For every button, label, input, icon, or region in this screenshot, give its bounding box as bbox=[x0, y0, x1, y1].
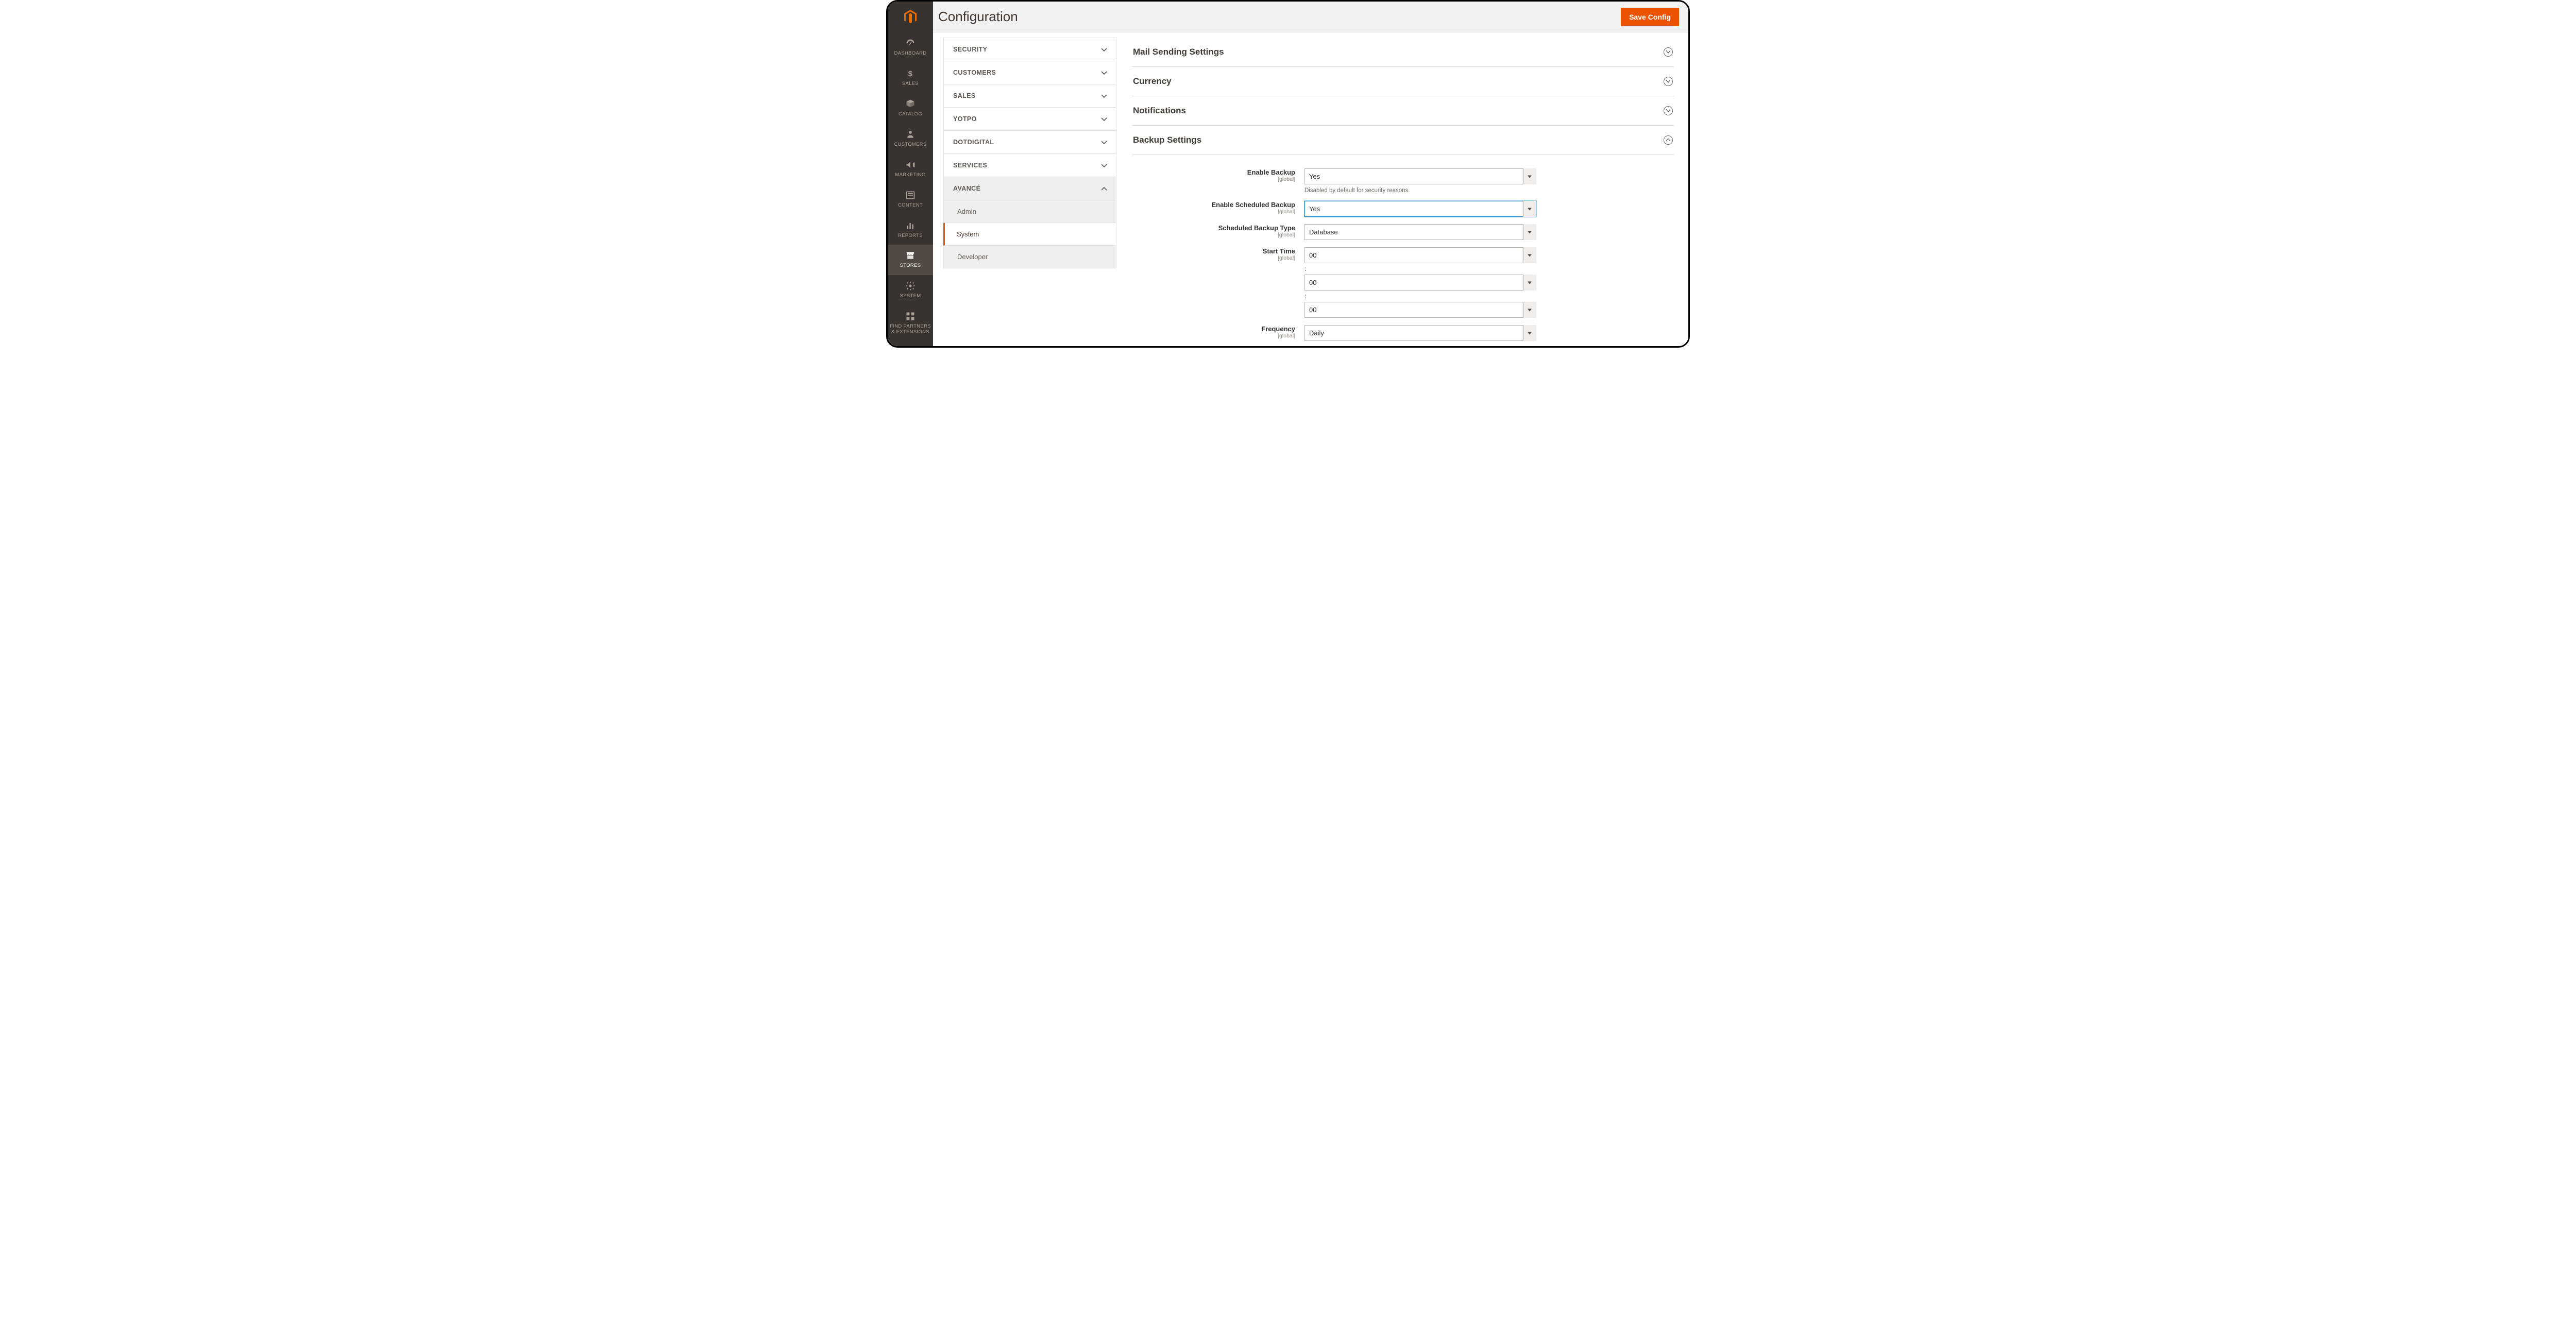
chevron-up-icon bbox=[1664, 135, 1673, 145]
chevron-down-icon bbox=[1101, 92, 1107, 99]
section-title: Mail Sending Settings bbox=[1133, 47, 1224, 57]
nav-label: SYSTEM bbox=[900, 294, 921, 299]
config-group-customers[interactable]: CUSTOMERS bbox=[943, 61, 1116, 84]
config-group-yotpo[interactable]: YOTPO bbox=[943, 108, 1116, 131]
nav-label: DASHBOARD bbox=[894, 51, 927, 57]
frequency-select[interactable]: Daily bbox=[1304, 325, 1536, 341]
section-title: Notifications bbox=[1133, 106, 1186, 116]
magento-logo[interactable] bbox=[888, 2, 933, 32]
reports-icon bbox=[905, 220, 916, 231]
customers-icon bbox=[905, 129, 916, 140]
nav-sales[interactable]: $ SALES bbox=[888, 63, 933, 93]
config-group-sales[interactable]: SALES bbox=[943, 84, 1116, 108]
nav-label: MARKETING bbox=[895, 173, 925, 178]
catalog-icon bbox=[905, 98, 916, 110]
nav-catalog[interactable]: CATALOG bbox=[888, 93, 933, 124]
nav-marketing[interactable]: MARKETING bbox=[888, 154, 933, 184]
nav-customers[interactable]: CUSTOMERS bbox=[888, 124, 933, 154]
time-separator: : bbox=[1304, 265, 1536, 272]
enable-scheduled-select[interactable]: Yes bbox=[1304, 201, 1536, 217]
admin-nav: DASHBOARD $ SALES CATALOG CUSTOMERS MARKETING… bbox=[888, 2, 933, 346]
nav-label: FIND PARTNERS & EXTENSIONS bbox=[890, 324, 931, 335]
nav-system[interactable]: SYSTEM bbox=[888, 275, 933, 305]
config-main: Mail Sending Settings Currency Notificat… bbox=[1116, 38, 1688, 346]
config-sidebar: SECURITY CUSTOMERS SALES YOTPO DOTDIGITAL SER… bbox=[943, 38, 1116, 268]
config-group-label: AVANCÉ bbox=[953, 185, 980, 192]
time-separator: : bbox=[1304, 293, 1536, 300]
content-icon bbox=[905, 190, 916, 201]
scope-label: [global] bbox=[1132, 209, 1295, 215]
nav-label: CONTENT bbox=[898, 203, 923, 209]
start-time-hh-select[interactable]: 00 bbox=[1304, 247, 1536, 263]
section-title: Backup Settings bbox=[1133, 135, 1201, 145]
nav-label: CATALOG bbox=[899, 112, 922, 117]
chevron-down-icon bbox=[1664, 77, 1673, 86]
config-group-label: SECURITY bbox=[953, 46, 987, 53]
chevron-down-icon bbox=[1101, 162, 1107, 169]
config-group-label: CUSTOMERS bbox=[953, 69, 996, 76]
config-item-admin[interactable]: Admin bbox=[943, 200, 1116, 223]
chevron-down-icon bbox=[1101, 46, 1107, 53]
page-title: Configuration bbox=[938, 9, 1018, 25]
chevron-down-icon bbox=[1101, 69, 1107, 76]
config-item-developer[interactable]: Developer bbox=[943, 246, 1116, 268]
scope-label: [global] bbox=[1132, 333, 1295, 339]
section-currency[interactable]: Currency bbox=[1132, 67, 1674, 96]
nav-partners[interactable]: FIND PARTNERS & EXTENSIONS bbox=[888, 305, 933, 341]
start-time-mm-select[interactable]: 00 bbox=[1304, 275, 1536, 291]
partners-icon bbox=[905, 311, 916, 322]
nav-content[interactable]: CONTENT bbox=[888, 184, 933, 215]
chevron-down-icon bbox=[1664, 47, 1673, 57]
svg-text:$: $ bbox=[908, 70, 913, 78]
scheduled-type-label: Scheduled Backup Type bbox=[1218, 224, 1295, 232]
config-group-services[interactable]: SERVICES bbox=[943, 154, 1116, 177]
backup-settings-body: Enable Backup [global] Yes Disabled by d… bbox=[1132, 155, 1674, 346]
dashboard-icon bbox=[905, 38, 916, 49]
page-header: Configuration Save Config bbox=[933, 2, 1688, 32]
chevron-up-icon bbox=[1101, 185, 1107, 192]
config-group-avancé[interactable]: AVANCÉ bbox=[943, 177, 1116, 200]
scheduled-type-select[interactable]: Database bbox=[1304, 224, 1536, 240]
config-item-system[interactable]: System bbox=[943, 223, 1116, 246]
nav-label: STORES bbox=[900, 263, 921, 269]
system-icon bbox=[905, 280, 916, 292]
section-notifications[interactable]: Notifications bbox=[1132, 96, 1674, 126]
config-group-label: YOTPO bbox=[953, 115, 977, 123]
config-group-label: DOTDIGITAL bbox=[953, 139, 994, 146]
frequency-label: Frequency bbox=[1261, 325, 1295, 333]
nav-label: SALES bbox=[902, 81, 919, 87]
enable-backup-note: Disabled by default for security reasons… bbox=[1304, 187, 1536, 194]
chevron-down-icon bbox=[1101, 115, 1107, 123]
enable-backup-select[interactable]: Yes bbox=[1304, 168, 1536, 184]
config-group-label: SALES bbox=[953, 92, 976, 99]
chevron-down-icon bbox=[1664, 106, 1673, 115]
scope-label: [global] bbox=[1132, 232, 1295, 238]
nav-stores[interactable]: STORES bbox=[888, 245, 933, 275]
config-group-security[interactable]: SECURITY bbox=[943, 38, 1116, 61]
section-title: Currency bbox=[1133, 76, 1172, 87]
config-group-label: SERVICES bbox=[953, 162, 987, 169]
config-group-dotdigital[interactable]: DOTDIGITAL bbox=[943, 131, 1116, 154]
scope-label: [global] bbox=[1132, 255, 1295, 261]
nav-reports[interactable]: REPORTS bbox=[888, 215, 933, 245]
start-time-label: Start Time bbox=[1263, 247, 1295, 255]
nav-dashboard[interactable]: DASHBOARD bbox=[888, 32, 933, 63]
section-backup-settings[interactable]: Backup Settings bbox=[1132, 126, 1674, 155]
marketing-icon bbox=[905, 159, 916, 170]
save-config-button[interactable]: Save Config bbox=[1621, 8, 1679, 26]
stores-icon bbox=[905, 250, 916, 261]
scope-label: [global] bbox=[1132, 176, 1295, 182]
chevron-down-icon bbox=[1101, 139, 1107, 146]
magento-icon bbox=[904, 10, 917, 24]
nav-label: REPORTS bbox=[898, 233, 923, 239]
enable-backup-label: Enable Backup bbox=[1247, 168, 1295, 176]
start-time-ss-select[interactable]: 00 bbox=[1304, 302, 1536, 318]
nav-label: CUSTOMERS bbox=[894, 142, 926, 148]
section-mail-sending[interactable]: Mail Sending Settings bbox=[1132, 38, 1674, 67]
enable-scheduled-label: Enable Scheduled Backup bbox=[1211, 201, 1295, 209]
sales-icon: $ bbox=[905, 68, 916, 79]
